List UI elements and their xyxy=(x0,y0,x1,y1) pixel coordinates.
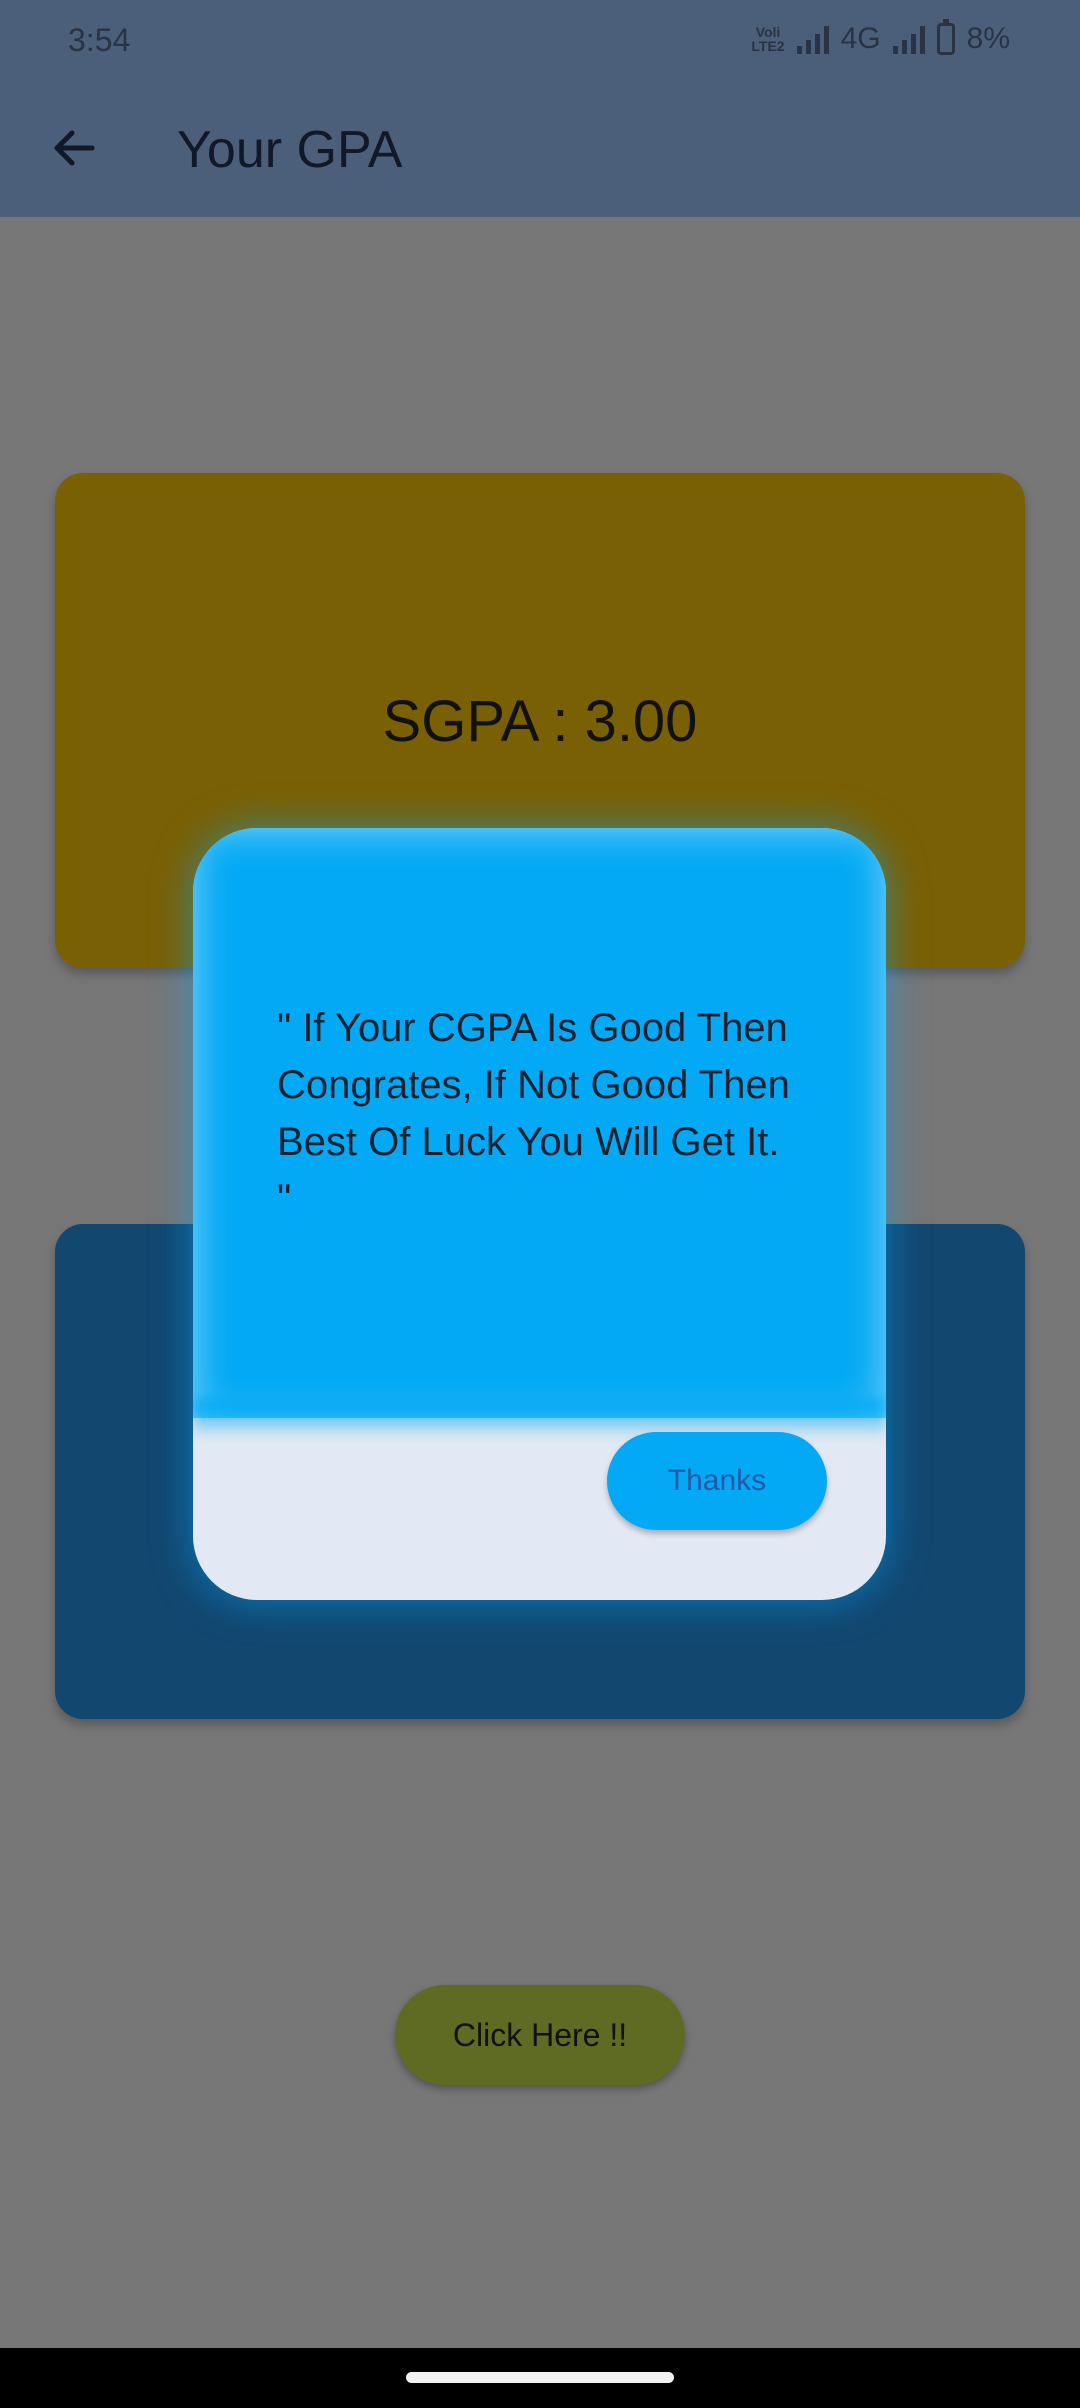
sgpa-value: SGPA : 3.00 xyxy=(382,689,698,754)
dialog-message: " If Your CGPA Is Good Then Congrates, I… xyxy=(277,1006,790,1221)
page-title: Your GPA xyxy=(177,121,403,179)
home-gesture-handle[interactable] xyxy=(406,2372,674,2383)
thanks-button[interactable]: Thanks xyxy=(607,1432,827,1530)
status-icons: Voli LTE2 4G 8% xyxy=(751,19,1010,56)
status-bar: 3:54 Voli LTE2 4G 8% xyxy=(0,0,1080,82)
signal-icon xyxy=(796,24,829,54)
click-here-button[interactable]: Click Here !! xyxy=(395,1985,685,2085)
network-type-label: 4G xyxy=(840,22,881,55)
status-time: 3:54 xyxy=(68,22,131,58)
message-dialog: " If Your CGPA Is Good Then Congrates, I… xyxy=(193,828,886,1600)
signal-icon-2 xyxy=(892,24,925,54)
battery-percent: 8% xyxy=(966,22,1010,55)
volte-icon: Voli LTE2 xyxy=(751,24,785,54)
app-bar: Your GPA xyxy=(0,82,1080,217)
battery-icon xyxy=(936,19,955,55)
navigation-bar xyxy=(0,2348,1080,2408)
arrow-left-icon[interactable] xyxy=(44,118,104,178)
